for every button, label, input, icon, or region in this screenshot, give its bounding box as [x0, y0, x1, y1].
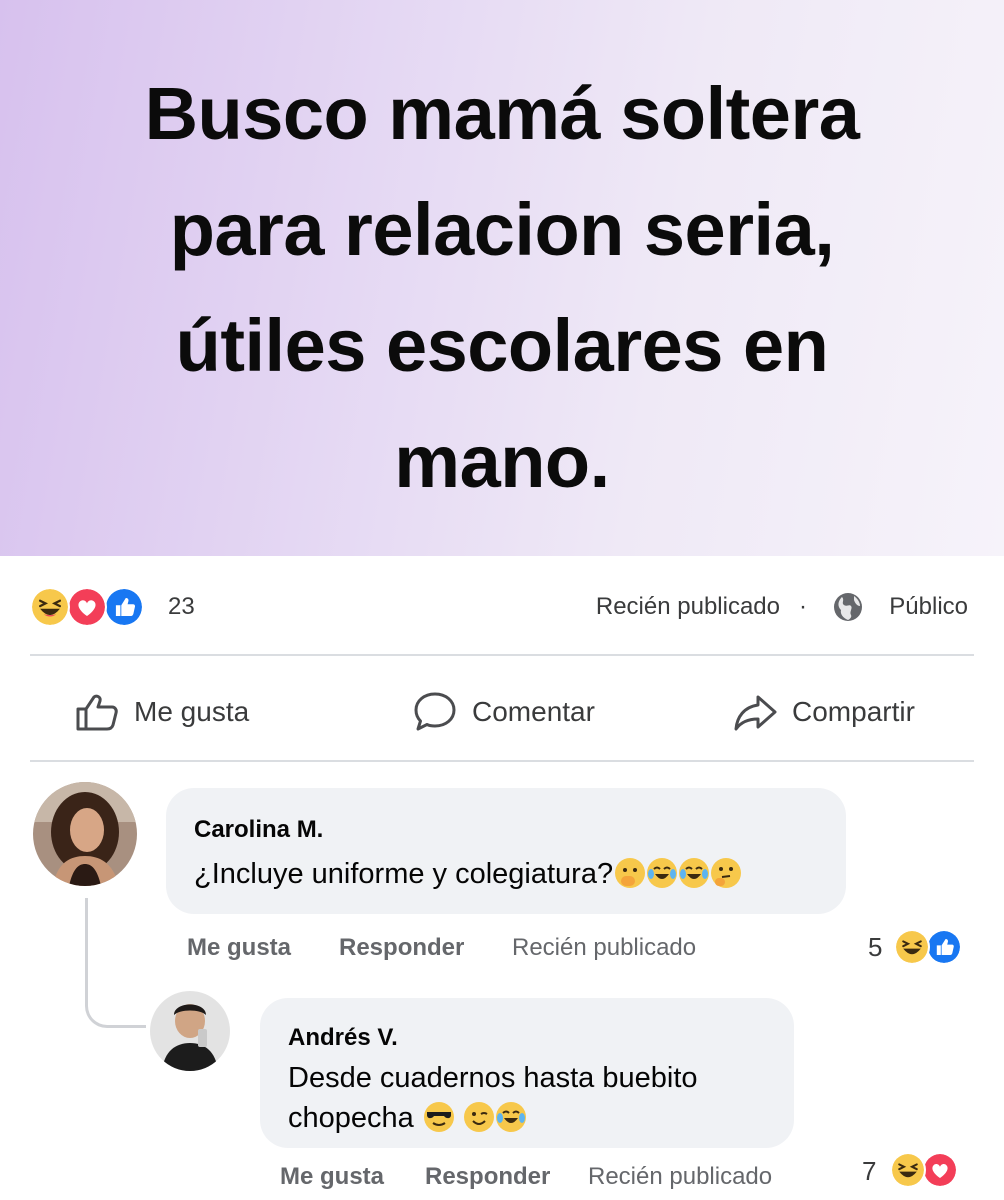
post-text-line: Busco mamá soltera	[144, 72, 860, 155]
reply-bubble: Andrés V. Desde cuadernos hasta buebito …	[260, 998, 794, 1148]
comment-author[interactable]: Andrés V.	[288, 1024, 398, 1052]
tears-of-joy-emoji-icon	[679, 858, 710, 888]
love-heart-icon	[67, 587, 107, 627]
like-button-label: Me gusta	[134, 696, 250, 727]
avatar-photo-man	[150, 991, 230, 1071]
reaction-summary[interactable]	[30, 587, 155, 627]
laugh-emoji-icon	[890, 1152, 926, 1188]
divider	[30, 654, 974, 656]
comment-text-body: chopecha	[288, 1102, 414, 1134]
comment-like-link[interactable]: Me gusta	[280, 1163, 384, 1191]
like-button[interactable]: Me gusta	[74, 680, 249, 744]
avatar[interactable]	[150, 991, 230, 1071]
comment-bubble: Carolina M. ¿Incluye uniforme y colegiat…	[166, 788, 846, 914]
post-text-banner: Busco mamá soltera para relacion seria, …	[0, 0, 1004, 556]
love-heart-icon	[922, 1152, 958, 1188]
comment-like-link[interactable]: Me gusta	[187, 934, 291, 962]
post-text-line: útiles escolares en	[175, 304, 829, 387]
separator-dot: ·	[799, 593, 807, 620]
comment-bubble-icon	[414, 692, 456, 731]
comment-button[interactable]: Comentar	[412, 680, 595, 744]
comment-text: chopecha	[288, 1098, 526, 1138]
post-text-line: mano.	[394, 420, 610, 503]
post-action-bar: Me gusta Comentar Compartir	[30, 680, 974, 744]
post-stats-row: 23 Recién publicado · Público	[30, 584, 974, 630]
comment-timestamp[interactable]: Recién publicado	[512, 934, 696, 962]
comment-timestamp[interactable]: Recién publicado	[588, 1163, 772, 1191]
like-outline-icon	[76, 694, 118, 731]
globe-icon	[834, 593, 862, 621]
comment-button-label: Comentar	[472, 696, 595, 727]
visibility-label: Público	[889, 593, 968, 620]
share-button-label: Compartir	[792, 696, 915, 727]
comment-reply-link[interactable]: Responder	[425, 1163, 550, 1191]
comment-reply-link[interactable]: Responder	[339, 934, 464, 962]
tears-of-joy-emoji-icon	[647, 858, 678, 888]
comment-reaction-count[interactable]: 7	[862, 1156, 876, 1187]
like-thumb-icon	[926, 929, 962, 965]
comment-reaction-count[interactable]: 5	[868, 932, 882, 963]
share-arrow-icon	[734, 695, 777, 731]
comment-text-line: Desde cuadernos hasta buebito	[288, 1062, 698, 1094]
comment-author[interactable]: Carolina M.	[194, 816, 323, 844]
comment-text-body: ¿Incluye uniforme y colegiatura?	[194, 858, 614, 890]
avatar-photo-woman	[33, 782, 137, 886]
posted-time[interactable]: Recién publicado	[596, 593, 780, 621]
laugh-emoji-icon	[894, 929, 930, 965]
winking-face-emoji-icon	[463, 1102, 494, 1132]
face-with-hand-over-mouth-emoji-icon	[615, 858, 646, 888]
sunglasses-face-emoji-icon	[423, 1102, 454, 1132]
post-text: Busco mamá soltera para relacion seria, …	[80, 56, 924, 520]
reaction-count[interactable]: 23	[168, 593, 195, 621]
post-text-line: para relacion seria,	[169, 188, 835, 271]
tears-of-joy-emoji-icon	[495, 1102, 526, 1132]
comment-text: ¿Incluye uniforme y colegiatura?	[194, 854, 742, 894]
thinking-face-emoji-icon	[711, 858, 742, 888]
share-button[interactable]: Compartir	[732, 680, 915, 744]
laugh-emoji-icon	[30, 587, 70, 627]
reply-thread-line	[85, 898, 146, 1028]
like-thumb-icon	[104, 587, 144, 627]
divider	[30, 760, 974, 762]
avatar[interactable]	[33, 782, 137, 886]
